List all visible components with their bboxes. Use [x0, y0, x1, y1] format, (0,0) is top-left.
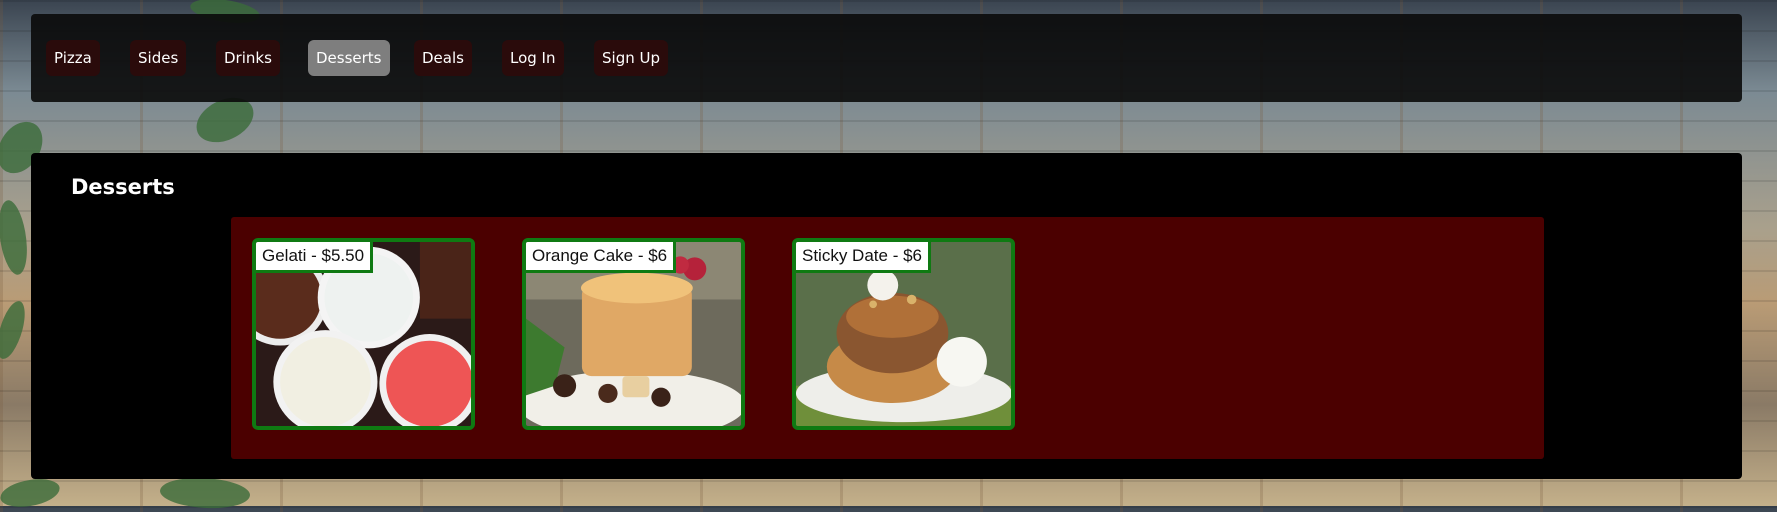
- nav-sign-up[interactable]: Sign Up: [594, 40, 668, 76]
- desserts-panel: Desserts Gelati - $5.50 Orange Cake - $6…: [31, 153, 1742, 479]
- nav-deals[interactable]: Deals: [414, 40, 472, 76]
- nav-sides[interactable]: Sides: [130, 40, 187, 76]
- menu-item-card-gelati[interactable]: Gelati - $5.50: [252, 238, 475, 430]
- nav-drinks[interactable]: Drinks: [216, 40, 280, 76]
- leaf-decoration: [158, 474, 252, 512]
- menu-item-card-sticky-date[interactable]: Sticky Date - $6: [792, 238, 1015, 430]
- menu-item-label: Orange Cake - $6: [526, 242, 677, 273]
- menu-item-card-orange-cake[interactable]: Orange Cake - $6: [522, 238, 745, 430]
- nav-desserts[interactable]: Desserts: [308, 40, 390, 76]
- top-navbar: Pizza Sides Drinks Desserts Deals Log In…: [31, 14, 1742, 102]
- section-title: Desserts: [71, 175, 175, 199]
- menu-grid: Gelati - $5.50 Orange Cake - $6 Sticky D…: [231, 217, 1544, 459]
- nav-log-in[interactable]: Log In: [502, 40, 564, 76]
- leaf-decoration: [0, 475, 62, 511]
- menu-item-label: Sticky Date - $6: [796, 242, 931, 273]
- leaf-decoration: [0, 298, 30, 362]
- leaf-decoration: [0, 198, 33, 277]
- menu-item-label: Gelati - $5.50: [256, 242, 374, 273]
- nav-pizza[interactable]: Pizza: [46, 40, 100, 76]
